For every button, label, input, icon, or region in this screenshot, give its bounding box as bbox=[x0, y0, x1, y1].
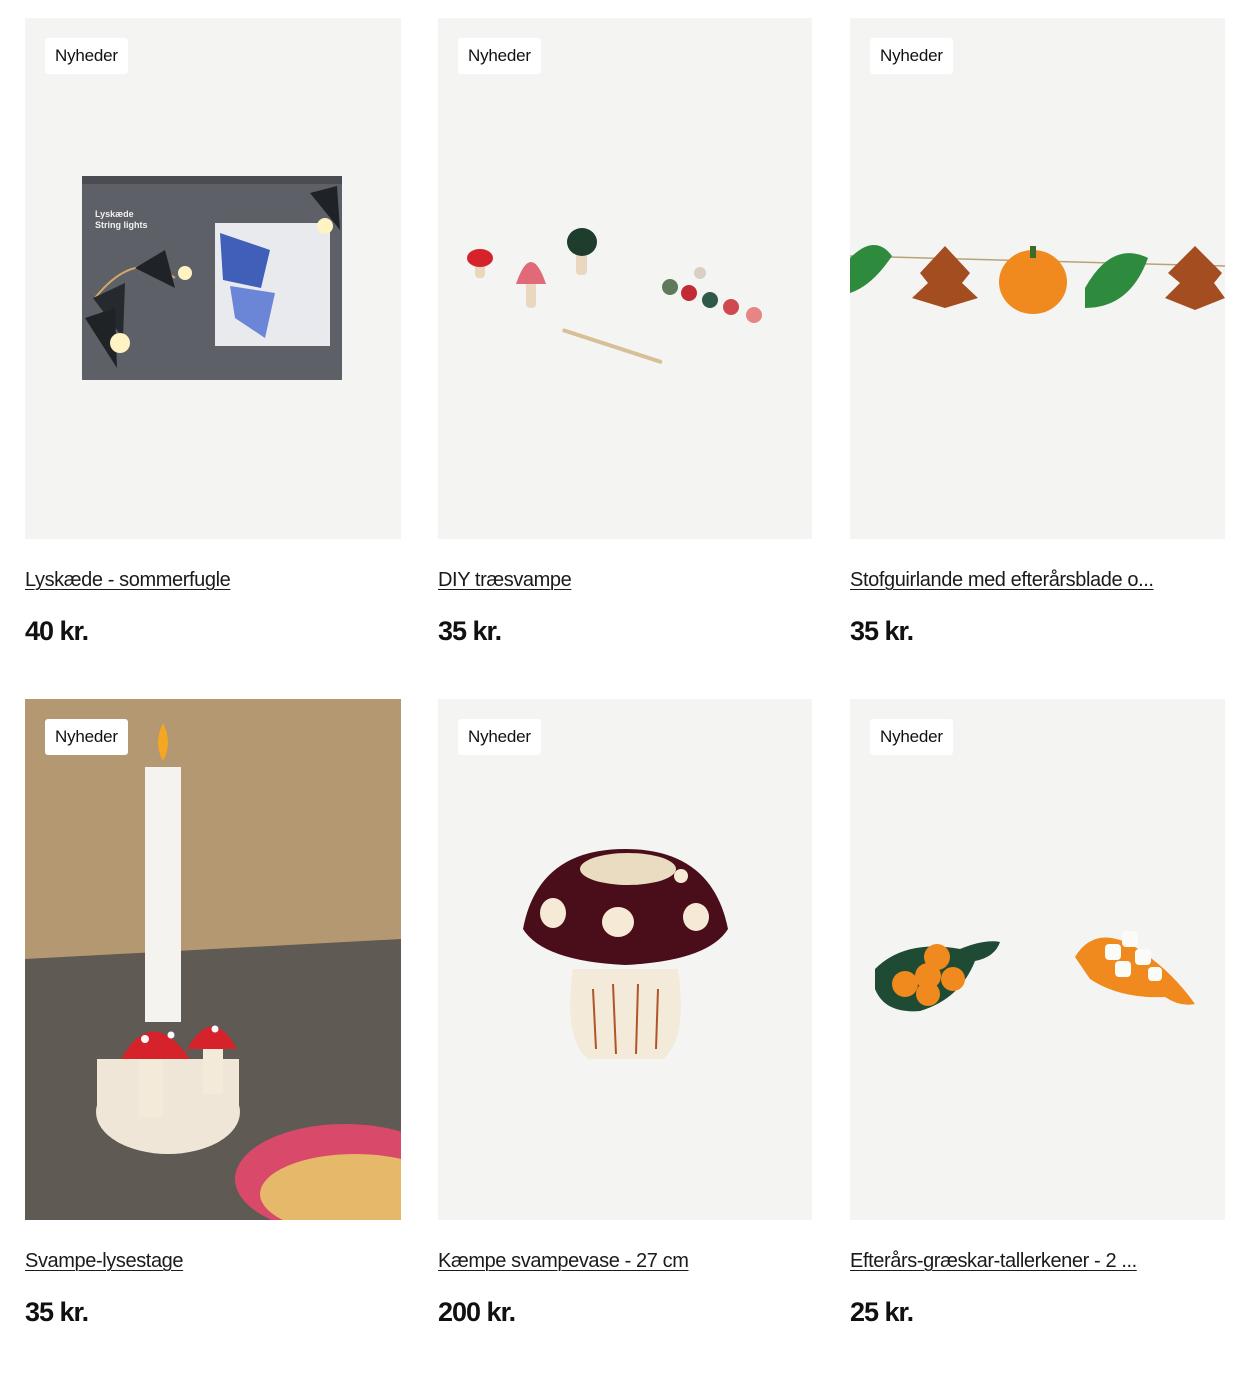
box-text-subtitle: String lights bbox=[95, 220, 148, 230]
product-name-link[interactable]: Svampe-lysestage bbox=[25, 1250, 401, 1273]
product-price: 25 kr. bbox=[850, 1297, 914, 1327]
product-card[interactable]: Nyheder Kæmpe svampevase - 27 cm 200 kr. bbox=[438, 699, 812, 1328]
news-badge: Nyheder bbox=[45, 38, 128, 74]
product-image-link[interactable]: Nyheder bbox=[438, 18, 812, 539]
product-card[interactable]: Lyskæde String lights Nyheder Lyskæde - … bbox=[25, 18, 401, 647]
mushroom-candle-holder-image bbox=[25, 699, 401, 1220]
product-image-link[interactable]: Nyheder bbox=[850, 18, 1225, 539]
product-price: 35 kr. bbox=[25, 1297, 89, 1327]
product-price: 35 kr. bbox=[850, 616, 914, 646]
product-price: 40 kr. bbox=[25, 616, 89, 646]
product-card[interactable]: Nyheder Stofguirlande med efterårsblade … bbox=[850, 18, 1225, 647]
diy-mushrooms-image bbox=[467, 228, 762, 364]
product-name-link[interactable]: DIY træsvampe bbox=[438, 569, 812, 592]
product-name-link[interactable]: Efterårs-græskar-tallerkener - 2 ... bbox=[850, 1250, 1225, 1273]
product-price: 35 kr. bbox=[438, 616, 502, 646]
product-name-link[interactable]: Stofguirlande med efterårsblade o... bbox=[850, 569, 1225, 592]
product-card[interactable]: Nyheder DIY træsvampe 35 kr. bbox=[438, 18, 812, 647]
product-image-link[interactable]: Nyheder bbox=[25, 699, 401, 1220]
news-badge: Nyheder bbox=[45, 719, 128, 755]
news-badge: Nyheder bbox=[870, 719, 953, 755]
product-name-link[interactable]: Kæmpe svampevase - 27 cm bbox=[438, 1250, 812, 1273]
news-badge: Nyheder bbox=[458, 38, 541, 74]
giant-mushroom-vase-image bbox=[523, 849, 728, 1059]
product-price: 200 kr. bbox=[438, 1297, 516, 1327]
product-image-link[interactable]: Lyskæde String lights Nyheder bbox=[25, 18, 401, 539]
news-badge: Nyheder bbox=[870, 38, 953, 74]
product-image-link[interactable]: Nyheder bbox=[850, 699, 1225, 1220]
autumn-garland-image bbox=[850, 244, 1225, 314]
butterfly-string-lights-image: Lyskæde String lights bbox=[82, 176, 342, 380]
news-badge: Nyheder bbox=[458, 719, 541, 755]
product-card[interactable]: Nyheder Svampe-lysestage 35 kr. bbox=[25, 699, 401, 1328]
pumpkin-plates-image bbox=[875, 931, 1195, 1012]
box-text-title: Lyskæde bbox=[95, 209, 134, 219]
product-name-link[interactable]: Lyskæde - sommerfugle bbox=[25, 569, 401, 592]
product-card[interactable]: Nyheder Efterårs-græskar-tallerkener - 2… bbox=[850, 699, 1225, 1328]
product-image-link[interactable]: Nyheder bbox=[438, 699, 812, 1220]
